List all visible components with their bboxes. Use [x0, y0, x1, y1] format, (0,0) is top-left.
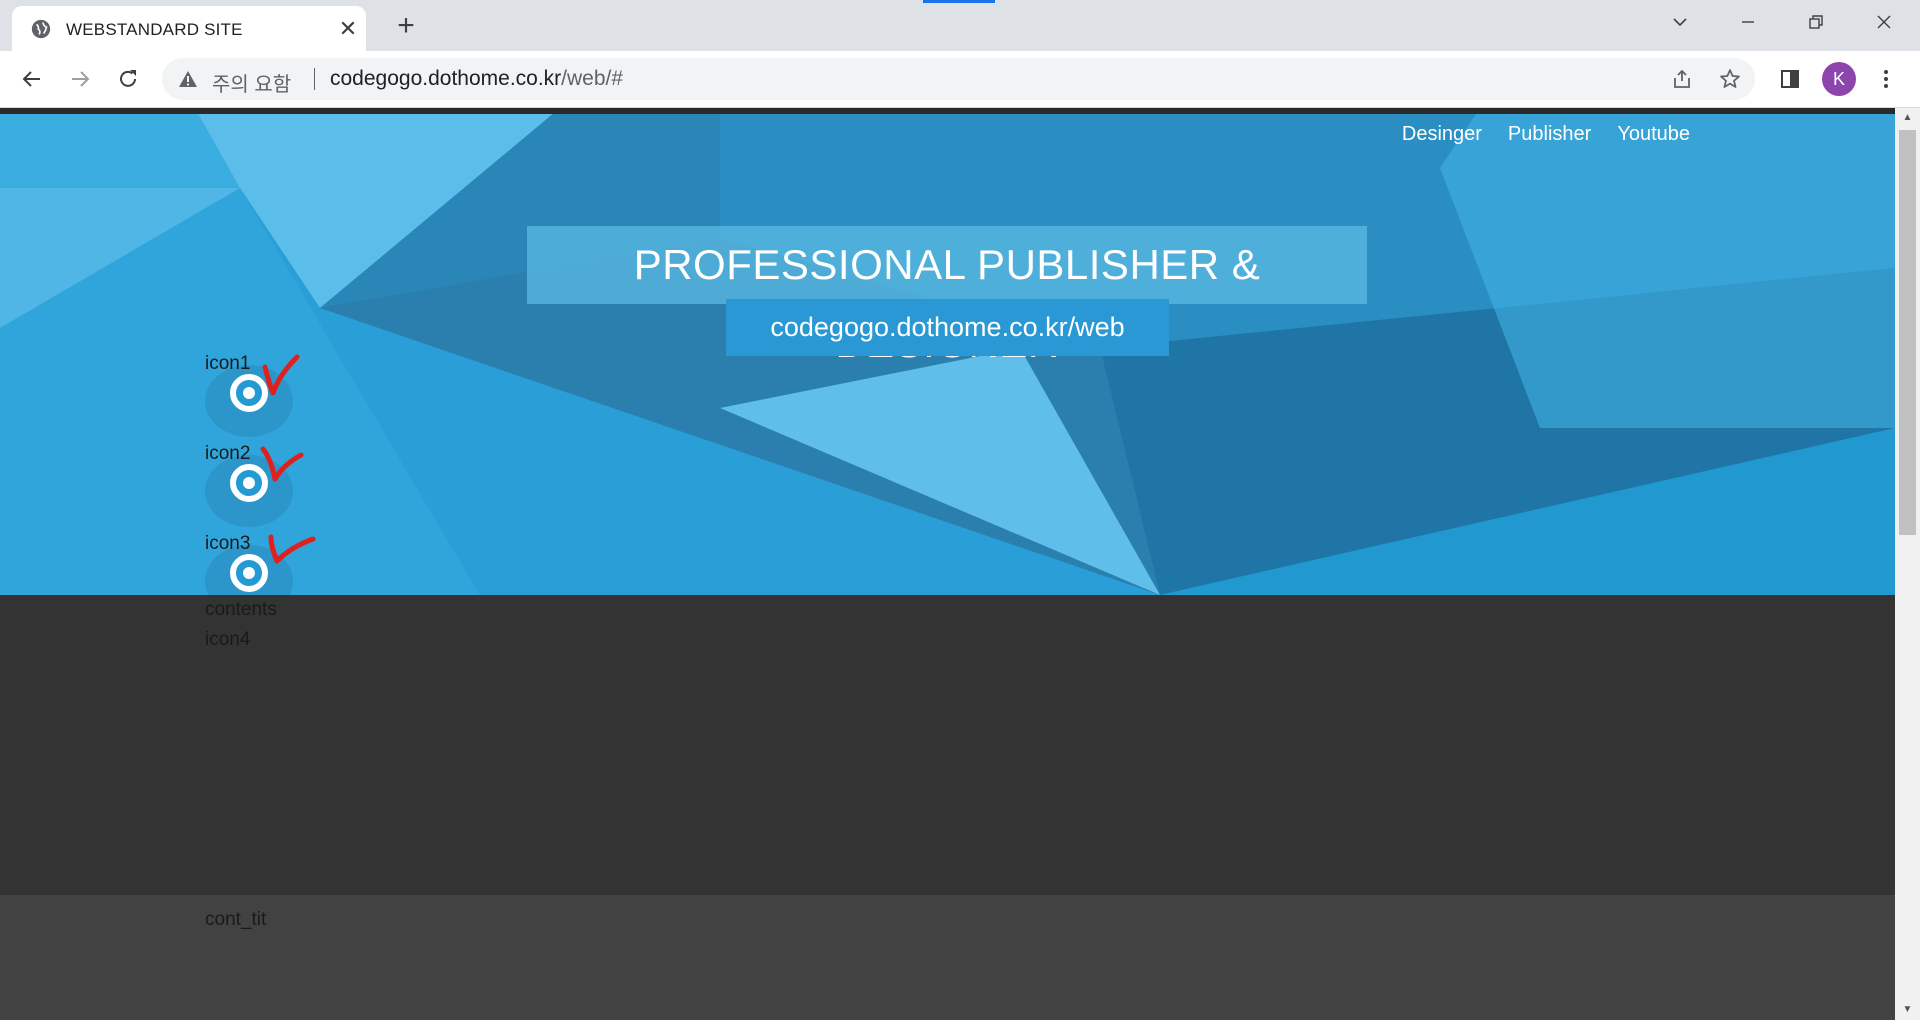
red-checkmark-icon: [268, 534, 316, 564]
red-checkmark-icon: [260, 446, 304, 482]
minimize-button[interactable]: [1728, 8, 1768, 38]
red-checkmark-icon: [262, 354, 300, 396]
icon-item-1[interactable]: icon1: [205, 353, 305, 443]
scrollbar-thumb[interactable]: [1899, 130, 1916, 535]
icon-label-1: icon1: [205, 353, 251, 374]
nav-link-publisher[interactable]: Publisher: [1508, 123, 1591, 146]
scroll-up-arrow-icon[interactable]: ▲: [1895, 108, 1920, 128]
url-path: /web/#: [561, 67, 624, 90]
browser-tab[interactable]: WEBSTANDARD SITE ✕: [12, 6, 366, 51]
scroll-down-arrow-icon[interactable]: ▼: [1895, 1000, 1920, 1020]
share-icon[interactable]: [1670, 67, 1694, 91]
contents-label: contents: [205, 599, 277, 620]
close-window-button[interactable]: [1864, 8, 1904, 38]
close-tab-icon[interactable]: ✕: [336, 17, 360, 41]
url-text[interactable]: codegogo.dothome.co.kr/web/#: [330, 67, 623, 91]
icon-item-3[interactable]: icon3: [205, 533, 316, 595]
warning-icon[interactable]: [178, 69, 198, 89]
tab-strip: WEBSTANDARD SITE ✕ +: [0, 0, 1920, 51]
bookmark-star-icon[interactable]: [1718, 67, 1742, 91]
omnibox-divider: [314, 68, 315, 90]
back-button[interactable]: [16, 63, 48, 95]
forward-button[interactable]: [64, 63, 96, 95]
content-section: cont_tit: [0, 895, 1895, 1020]
hero-title: PROFESSIONAL PUBLISHER & DESIGNER: [527, 226, 1367, 366]
new-tab-button[interactable]: +: [390, 11, 422, 43]
tab-search-icon[interactable]: [1660, 8, 1700, 38]
nav-link-designer[interactable]: Desinger: [1402, 123, 1482, 146]
hero-subtitle: codegogo.dothome.co.kr/web: [726, 299, 1169, 356]
address-bar[interactable]: 주의 요함 codegogo.dothome.co.kr/web/#: [162, 58, 1755, 100]
side-panel-icon[interactable]: [1774, 63, 1806, 95]
nav-link-youtube[interactable]: Youtube: [1617, 123, 1690, 146]
icon-label-2: icon2: [205, 443, 251, 464]
top-nav: Desinger Publisher Youtube: [1402, 123, 1690, 146]
url-host: codegogo.dothome.co.kr: [330, 67, 562, 90]
security-status[interactable]: 주의 요함: [212, 68, 291, 97]
icon4-label: icon4: [205, 629, 251, 650]
icon-label-3: icon3: [205, 533, 251, 554]
restore-button[interactable]: [1796, 8, 1836, 38]
page-viewport: Desinger Publisher Youtube PROFESSIONAL …: [0, 108, 1895, 1020]
loading-indicator: [923, 0, 995, 3]
globe-icon: [31, 19, 51, 39]
menu-icon[interactable]: [1870, 63, 1902, 95]
page-scrollbar[interactable]: ▲ ▼: [1895, 108, 1920, 1020]
header-topline: [0, 108, 1895, 114]
cont-tit-label: cont_tit: [205, 909, 267, 930]
tab-title: WEBSTANDARD SITE: [66, 20, 243, 39]
reload-button[interactable]: [112, 63, 144, 95]
profile-avatar[interactable]: K: [1822, 62, 1856, 96]
browser-toolbar: 주의 요함 codegogo.dothome.co.kr/web/# K: [0, 51, 1920, 108]
icon-item-2[interactable]: icon2: [205, 443, 305, 533]
site-header: Desinger Publisher Youtube PROFESSIONAL …: [0, 108, 1895, 595]
